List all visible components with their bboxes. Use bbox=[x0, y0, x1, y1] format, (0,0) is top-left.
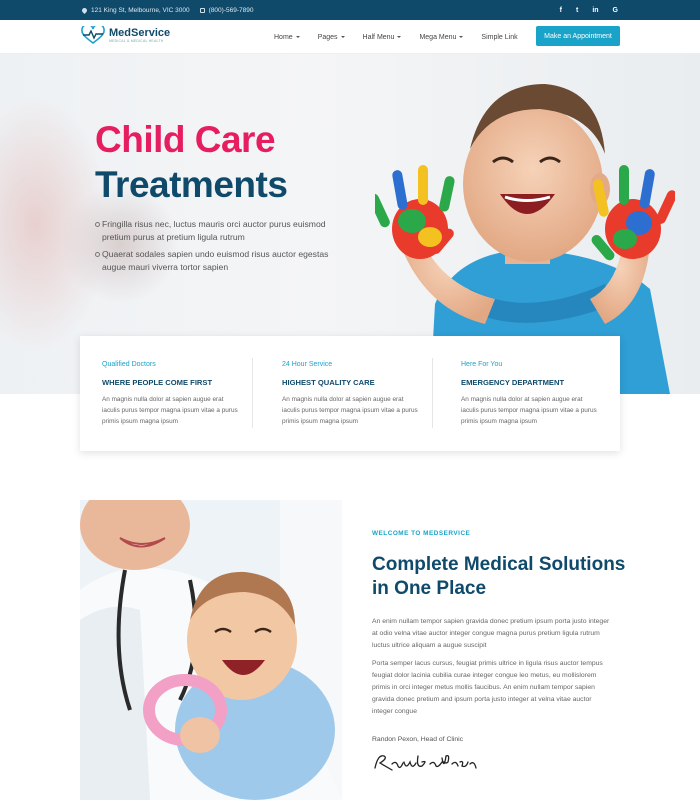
nav-mega-menu[interactable]: Mega Menu bbox=[419, 33, 464, 41]
nav-mega-menu-label: Mega Menu bbox=[419, 33, 457, 41]
chevron-down-icon bbox=[397, 36, 402, 38]
feature-text: An magnis nulla dolor at sapien augue er… bbox=[102, 396, 238, 425]
main-nav: Home Pages Half Menu Mega Menu Simple Li… bbox=[274, 20, 518, 54]
nav-home-label: Home bbox=[274, 33, 293, 41]
feature-title: HIGHEST QUALITY CARE bbox=[282, 378, 375, 387]
google-icon[interactable]: G bbox=[613, 7, 618, 14]
feature-text: An magnis nulla dolor at sapien augue er… bbox=[282, 396, 418, 425]
logo[interactable]: MedService MEDICAL & MEDICAL HEALTH bbox=[81, 26, 170, 44]
heart-pulse-icon bbox=[81, 26, 105, 44]
hero-bullets: Fringilla risus nec, luctus mauris orci … bbox=[95, 218, 345, 278]
phone-text: (800)-569-7890 bbox=[208, 6, 254, 14]
nav-half-menu-label: Half Menu bbox=[362, 33, 395, 41]
phone: (800)-569-7890 bbox=[199, 6, 254, 14]
nav-simple-link[interactable]: Simple Link bbox=[481, 34, 517, 41]
features-box: Qualified Doctors WHERE PEOPLE COME FIRS… bbox=[80, 336, 620, 451]
address-text: 121 King St, Melbourne, VIC 3000 bbox=[91, 6, 190, 14]
feature-subtitle: 24 Hour Service bbox=[282, 361, 333, 368]
nav-pages-label: Pages bbox=[317, 33, 338, 41]
appointment-button[interactable]: Make an Appointment bbox=[536, 26, 620, 46]
feature-subtitle: Qualified Doctors bbox=[102, 361, 156, 368]
address: 121 King St, Melbourne, VIC 3000 bbox=[80, 6, 190, 14]
hero-title-line2: Treatments bbox=[95, 164, 288, 205]
logo-name: MedService bbox=[109, 26, 171, 39]
signer-name: Randon Pexon, Head of Clinic bbox=[372, 736, 464, 743]
facebook-icon[interactable]: f bbox=[560, 7, 562, 14]
main-header: MedService MEDICAL & MEDICAL HEALTH Home… bbox=[0, 20, 700, 54]
feature-text: An magnis nulla dolor at sapien augue er… bbox=[461, 396, 597, 425]
nav-half-menu[interactable]: Half Menu bbox=[363, 34, 402, 41]
twitter-icon[interactable]: t bbox=[576, 7, 578, 14]
hero-bullet: Quaerat sodales sapien undo euismod risu… bbox=[95, 248, 345, 274]
doctor-baby-image bbox=[80, 500, 342, 800]
chevron-down-icon bbox=[295, 36, 300, 38]
contact-info: 121 King St, Melbourne, VIC 3000 (800)-5… bbox=[80, 0, 254, 20]
hero-bullet: Fringilla risus nec, luctus mauris orci … bbox=[95, 218, 345, 244]
about-title: Complete Medical Solutions in One Place bbox=[372, 554, 626, 599]
nav-home[interactable]: Home bbox=[274, 34, 300, 41]
nav-pages[interactable]: Pages bbox=[318, 34, 345, 41]
chevron-down-icon bbox=[459, 36, 464, 38]
signature-image bbox=[374, 754, 477, 771]
social-links: f t in G bbox=[560, 0, 618, 20]
about-paragraph: An enim nullam tempor sapien gravida don… bbox=[372, 618, 610, 649]
welcome-label: WELCOME TO MEDSERVICE bbox=[372, 530, 471, 537]
feature-subtitle: Here For You bbox=[461, 361, 503, 368]
top-bar: 121 King St, Melbourne, VIC 3000 (800)-5… bbox=[0, 0, 700, 20]
about-paragraph: Porta semper lacus cursus, feugiat primi… bbox=[372, 660, 603, 715]
linkedin-icon[interactable]: in bbox=[592, 7, 598, 14]
feature-divider bbox=[432, 358, 433, 428]
feature-divider bbox=[252, 358, 253, 428]
map-pin-icon bbox=[80, 6, 89, 14]
feature-title: WHERE PEOPLE COME FIRST bbox=[102, 378, 213, 387]
feature-title: EMERGENCY DEPARTMENT bbox=[461, 378, 565, 387]
phone-icon bbox=[199, 7, 205, 13]
hero-title-line1: Child Care bbox=[95, 119, 276, 160]
nav-simple-link-label: Simple Link bbox=[481, 33, 518, 41]
logo-tagline: MEDICAL & MEDICAL HEALTH bbox=[109, 38, 164, 43]
chevron-down-icon bbox=[340, 36, 345, 38]
